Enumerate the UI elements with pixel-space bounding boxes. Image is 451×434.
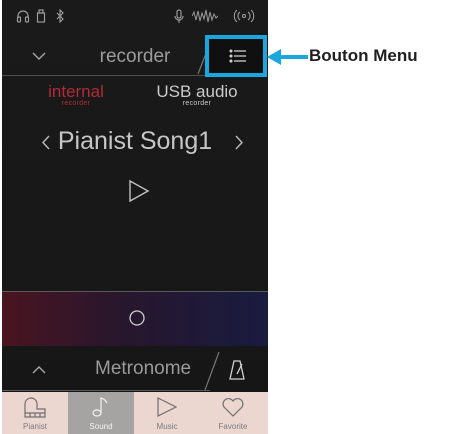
music-note-icon xyxy=(92,397,108,417)
menu-highlight-box xyxy=(205,35,267,77)
source-internal-sublabel: recorder xyxy=(61,100,91,107)
tab-sound[interactable]: Sound xyxy=(68,392,134,434)
header-underline xyxy=(2,75,207,76)
play-button[interactable] xyxy=(128,179,150,203)
record-circle-icon[interactable] xyxy=(128,309,146,327)
tab-favorite-label: Favorite xyxy=(218,422,248,431)
chevron-right-icon[interactable] xyxy=(235,135,244,150)
metronome-icon[interactable] xyxy=(229,360,245,380)
tab-sound-label: Sound xyxy=(89,422,113,431)
status-bar xyxy=(2,0,268,34)
tab-bar: Pianist Sound Music Favorite xyxy=(2,392,268,434)
metronome-divider xyxy=(204,351,220,391)
record-panel xyxy=(2,292,268,346)
tab-pianist-label: Pianist xyxy=(22,422,47,431)
callout-label: Bouton Menu xyxy=(309,46,418,65)
song-name: Pianist Song1 xyxy=(57,127,213,155)
source-usb-audio[interactable]: USB audio recorder xyxy=(152,83,242,108)
audio-waveform-icon xyxy=(192,9,218,23)
metronome-underline xyxy=(2,390,210,391)
microphone-icon xyxy=(174,9,184,23)
source-internal[interactable]: internal recorder xyxy=(40,83,112,108)
source-usb-sublabel: recorder xyxy=(182,100,212,107)
tab-music-label: Music xyxy=(156,422,178,431)
tab-favorite[interactable]: Favorite xyxy=(200,392,266,434)
wireless-icon xyxy=(233,9,255,23)
source-internal-label: internal xyxy=(48,82,104,101)
piano-icon xyxy=(24,397,46,418)
usb-memory-icon xyxy=(36,9,46,23)
source-usb-label: USB audio xyxy=(156,82,238,101)
chevron-up-icon[interactable] xyxy=(32,365,46,374)
tab-music[interactable]: Music xyxy=(134,392,200,434)
callout-arrow xyxy=(267,49,308,65)
bluetooth-icon xyxy=(56,9,64,23)
play-icon xyxy=(157,397,178,417)
heart-icon xyxy=(222,398,244,417)
tab-pianist[interactable]: Pianist xyxy=(2,392,68,434)
metronome-label: Metronome xyxy=(95,358,192,379)
headphones-icon xyxy=(16,10,30,23)
metronome-bar: Metronome xyxy=(2,348,268,392)
